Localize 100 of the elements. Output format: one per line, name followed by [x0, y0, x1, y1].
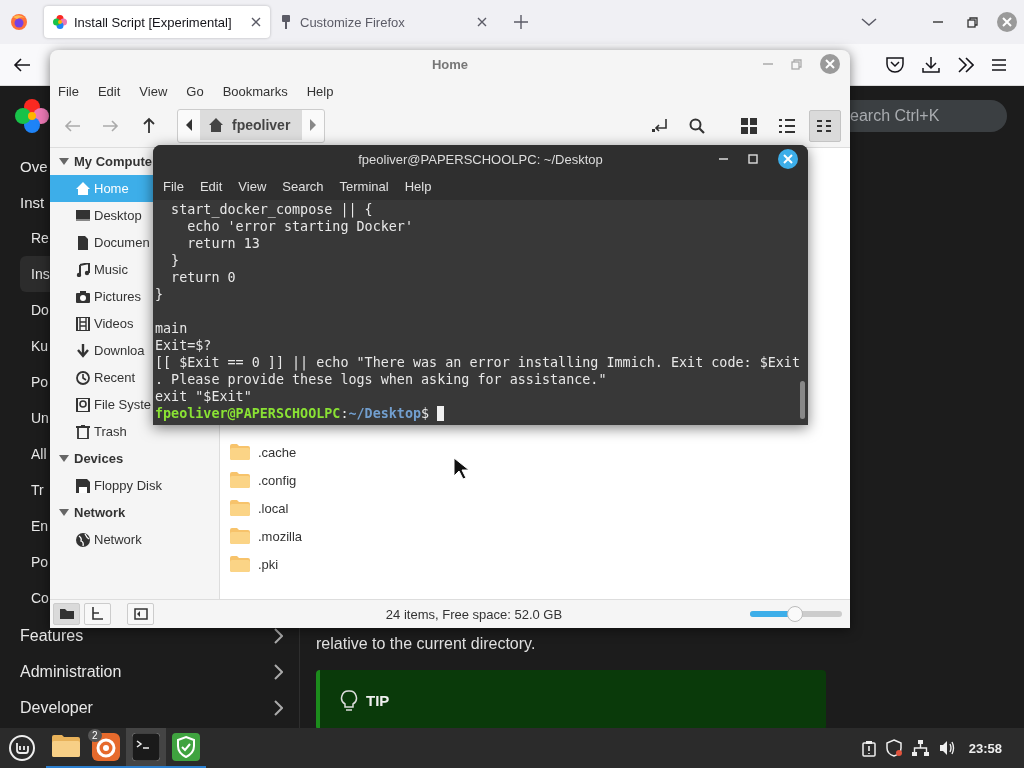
file-name[interactable]: .cache — [258, 444, 297, 460]
prompt-user: fpeoliver@PAPERSCHOOLPC — [155, 405, 341, 422]
download-icon[interactable] — [922, 56, 940, 73]
compact-list-icon — [817, 118, 833, 134]
close-icon[interactable] — [476, 16, 488, 28]
nav-item[interactable]: Developer — [0, 700, 285, 716]
terminal-line: exit "$Exit" — [154, 388, 253, 405]
expander-icon[interactable] — [59, 454, 69, 463]
menu-icon[interactable] — [992, 57, 1006, 72]
home-icon — [208, 117, 224, 133]
recent-icon — [76, 370, 90, 385]
menu-item[interactable]: File — [58, 84, 89, 99]
up-arrow-icon[interactable] — [142, 117, 156, 135]
network-icon — [76, 532, 90, 547]
sidebar-item[interactable]: Floppy Disk — [50, 472, 162, 499]
file-name[interactable]: .config — [258, 472, 297, 488]
volume-icon[interactable] — [938, 739, 955, 757]
menu-item[interactable]: File — [162, 179, 185, 194]
clock[interactable]: 23:58 — [968, 740, 1002, 756]
clipboard-icon[interactable] — [861, 739, 876, 757]
sidebar-item[interactable]: Music — [50, 256, 153, 283]
menu-item[interactable]: Edit — [198, 179, 224, 194]
nav-item[interactable]: All — [20, 436, 50, 472]
menu-logo-icon[interactable] — [9, 735, 35, 761]
logo-icon[interactable] — [14, 98, 50, 134]
expander-icon[interactable] — [59, 508, 69, 517]
section-title: My Compute — [74, 154, 152, 169]
close-icon[interactable] — [250, 16, 262, 28]
nav-item[interactable]: Do — [20, 292, 50, 328]
sidebar-item[interactable]: Videos — [50, 310, 153, 337]
menu-item[interactable]: Go — [186, 84, 214, 99]
file-name[interactable]: .mozilla — [258, 528, 303, 544]
zoom-slider[interactable] — [750, 606, 842, 622]
nav-item[interactable]: Po — [20, 364, 50, 400]
tree-button[interactable] — [84, 603, 111, 625]
folder-icon — [59, 607, 74, 621]
nav-item[interactable]: Tr — [20, 472, 50, 508]
terminal-line: echo 'error starting Docker' — [186, 218, 414, 235]
menu-item[interactable]: View — [237, 179, 268, 194]
maximize-icon[interactable] — [967, 16, 978, 28]
sidebar-item[interactable]: Network — [50, 526, 153, 553]
close-icon[interactable] — [778, 149, 798, 169]
menu-item[interactable]: View — [139, 84, 178, 99]
path-button[interactable]: fpeoliver — [200, 110, 303, 140]
sidebar-item[interactable]: Pictures — [50, 283, 153, 310]
nav-item[interactable]: Ku — [20, 328, 50, 364]
sidebar-item[interactable]: Downloa — [50, 337, 153, 364]
browser-tab[interactable]: Customize Firefox — [270, 6, 496, 38]
nav-item[interactable]: Re — [20, 220, 50, 256]
browser-icon — [92, 733, 120, 761]
double-chevron-icon[interactable] — [958, 56, 974, 73]
nav-item[interactable]: Co — [20, 580, 50, 616]
menu-item[interactable]: Help — [403, 179, 433, 194]
menu-item[interactable]: Help — [306, 84, 344, 99]
nav-item[interactable]: En — [20, 508, 50, 544]
menu-item[interactable]: Bookmarks — [222, 84, 298, 99]
status-text: 24 items, Free space: 52.0 GB — [384, 606, 564, 622]
sidebar-item[interactable]: Desktop — [50, 202, 153, 229]
search-field[interactable]: earch Ctrl+K — [850, 100, 1007, 132]
nav-item[interactable]: Features — [0, 628, 285, 644]
shield-icon[interactable] — [885, 739, 902, 757]
list-icon — [779, 118, 795, 134]
expander-icon[interactable] — [59, 157, 69, 166]
menu-item[interactable]: Search — [281, 179, 325, 194]
music-icon — [76, 262, 90, 277]
sidebar-item[interactable]: Recent — [50, 364, 153, 391]
tip-label: TIP — [366, 691, 390, 709]
filesystem-icon — [76, 397, 90, 412]
open-terminal-icon[interactable] — [652, 119, 667, 133]
toggle-sidebar-button[interactable] — [127, 603, 154, 625]
new-tab-icon[interactable] — [514, 15, 528, 29]
sidebar-item[interactable]: Documen — [50, 229, 153, 256]
menu-item[interactable]: Edit — [97, 84, 131, 99]
firefox-icon[interactable] — [10, 13, 28, 31]
nav-item[interactable]: Ove — [0, 148, 50, 184]
nav-item[interactable]: Un — [20, 400, 50, 436]
drive-icon — [76, 478, 90, 493]
compact-view-button[interactable] — [809, 110, 841, 142]
maximize-icon[interactable] — [748, 154, 758, 164]
scrollbar[interactable] — [800, 381, 805, 419]
network-icon[interactable] — [911, 740, 929, 756]
documents-icon — [76, 235, 90, 250]
menu-item[interactable]: Terminal — [338, 179, 390, 194]
taskbar-app-button[interactable]: 2 — [86, 728, 126, 768]
chevron-down-icon[interactable] — [861, 18, 877, 26]
nav-item[interactable]: Ins — [20, 256, 50, 292]
search-icon[interactable] — [689, 118, 705, 134]
places-button[interactable] — [53, 603, 80, 625]
file-name[interactable]: .pki — [258, 556, 279, 572]
nav-item[interactable]: Inst — [0, 184, 50, 220]
pocket-icon[interactable] — [886, 55, 904, 74]
file-name[interactable]: .local — [258, 500, 289, 516]
grid-icon — [741, 118, 757, 134]
back-arrow-icon[interactable] — [13, 56, 31, 73]
nav-item[interactable]: Po — [20, 544, 50, 580]
browser-tab[interactable]: Install Script [Experimental] — [44, 6, 270, 38]
nav-item[interactable]: Administration — [0, 664, 285, 680]
sidebar-item[interactable]: File Syste — [50, 391, 153, 418]
sidebar-item[interactable]: Trash — [50, 418, 153, 445]
terminal-line: Exit=$? — [154, 337, 213, 354]
